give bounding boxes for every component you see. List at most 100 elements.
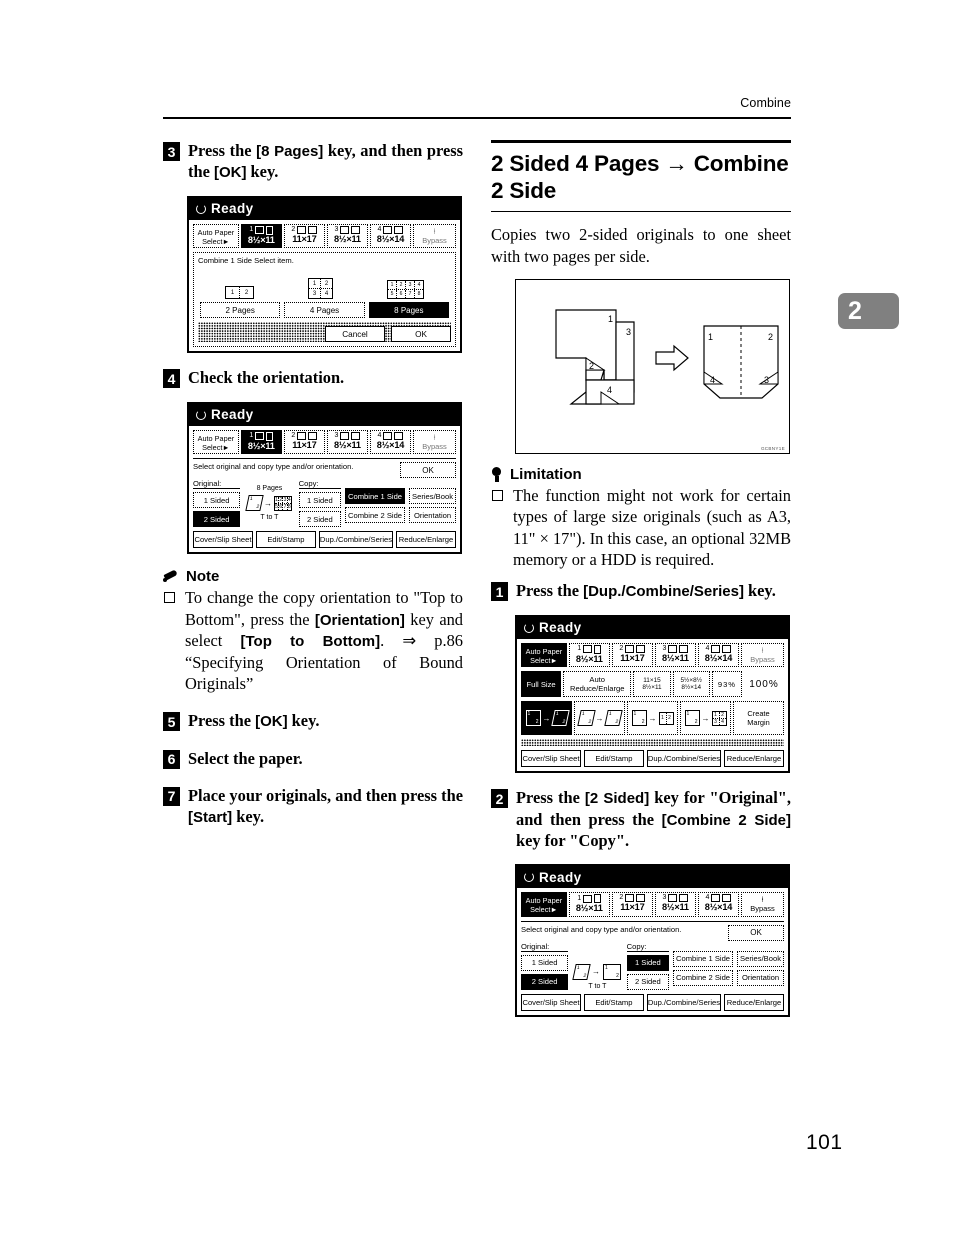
- preset-ratio-2-button[interactable]: 5½×8½ 8½×14: [672, 671, 710, 698]
- tray-button-2[interactable]: 2 11×17: [283, 223, 325, 249]
- function-tabs: Cover/Slip Sheet Edit/Stamp Dup./Combine…: [521, 993, 784, 1011]
- bypass-tray-button[interactable]: ⍿ Bypass: [741, 892, 785, 917]
- combine-1-side-button[interactable]: Combine 1 Side: [345, 488, 406, 505]
- combine-select-panel: Combine 1 Side Select item. 1 2 12 34 12…: [193, 252, 456, 348]
- orient-icon: [679, 644, 689, 653]
- duplex-2to2-button[interactable]: 12 → 12: [574, 701, 625, 736]
- tab-reduce-enlarge[interactable]: Reduce/Enlarge: [396, 531, 456, 549]
- ok-button[interactable]: OK: [728, 924, 784, 941]
- ready-icon: [524, 872, 534, 883]
- series-book-button[interactable]: Series/Book: [737, 950, 784, 967]
- tab-dup-combine-series[interactable]: Dup./Combine/Series: [646, 993, 722, 1011]
- tab-cover-slip-sheet[interactable]: Cover/Slip Sheet: [521, 750, 581, 768]
- auto-paper-select-button[interactable]: Auto Paper Select►: [521, 892, 567, 917]
- orientation-button[interactable]: Orientation: [737, 969, 784, 986]
- step-text: Place your originals, and then press the…: [188, 785, 463, 826]
- tray-button-1[interactable]: 1 8½×11: [240, 429, 282, 455]
- ok-button[interactable]: OK: [391, 326, 451, 343]
- copy-1-sided-button[interactable]: 1 Sided: [298, 492, 341, 509]
- illustration-2sided-4pages: 1 3 2 4 1 2 4 3 GCBNY1E: [515, 279, 790, 455]
- tab-edit-stamp[interactable]: Edit/Stamp: [583, 993, 644, 1011]
- lcd-orientation-2[interactable]: Ready Auto Paper Select► 1 8½×11 2 11×17: [515, 864, 790, 1017]
- running-head: Combine: [740, 96, 791, 110]
- step-text: Select the paper.: [188, 748, 303, 768]
- tray-button-4[interactable]: 4 8½×14: [369, 223, 411, 249]
- auto-paper-select-button[interactable]: Auto Paper Select►: [193, 223, 239, 249]
- original-1-sided-button[interactable]: 1 Sided: [193, 492, 241, 509]
- tab-edit-stamp[interactable]: Edit/Stamp: [583, 750, 644, 768]
- lcd-combine-select[interactable]: Ready Auto Paper Select► 1 8½×11 2 11×17: [187, 195, 462, 354]
- tab-cover-slip-sheet[interactable]: Cover/Slip Sheet: [521, 993, 581, 1011]
- duplex-combine-row: 12 → 12 12 → 12 12 → 12 1 2 → 1 2 3 4 Cr…: [521, 701, 784, 736]
- combine-1-side-button[interactable]: Combine 1 Side: [673, 950, 734, 967]
- tray-button-4[interactable]: 4 8½×14: [697, 892, 739, 917]
- tab-reduce-enlarge[interactable]: Reduce/Enlarge: [724, 750, 784, 768]
- series-book-button[interactable]: Series/Book: [409, 488, 456, 505]
- thumb-2-pages: 1 2: [225, 286, 254, 300]
- full-size-button[interactable]: Full Size: [521, 671, 562, 698]
- ready-icon: [196, 203, 206, 214]
- tray-button-3[interactable]: 3 8½×11: [326, 223, 368, 249]
- lcd-status-text: Ready: [211, 407, 254, 423]
- orient-icon: [636, 644, 646, 653]
- combine-2-originals-button[interactable]: 12 → 12: [627, 701, 678, 736]
- tray-button-1[interactable]: 1 8½×11: [240, 223, 282, 249]
- original-2-sided-button[interactable]: 2 Sided: [521, 973, 569, 990]
- copy-label: Copy:: [626, 942, 669, 952]
- original-1-sided-button[interactable]: 1 Sided: [521, 954, 569, 971]
- tab-edit-stamp[interactable]: Edit/Stamp: [255, 531, 316, 549]
- bypass-tray-button[interactable]: ⍿ Bypass: [413, 429, 457, 455]
- orient-caption: T to T: [588, 982, 607, 990]
- preset-ratio-1-button[interactable]: 11×15 8½×11: [633, 671, 671, 698]
- orientation-button[interactable]: Orientation: [409, 507, 456, 524]
- button-8-pages[interactable]: 8 Pages: [368, 302, 449, 319]
- tab-dup-combine-series[interactable]: Dup./Combine/Series: [318, 531, 394, 549]
- right-column: 2 Sided 4 Pages → Combine 2 Side Copies …: [491, 140, 791, 1031]
- bypass-tray-button[interactable]: ⍿ Bypass: [741, 642, 785, 668]
- tray-button-2[interactable]: 2 11×17: [611, 642, 653, 668]
- copy-2-sided-button[interactable]: 2 Sided: [298, 511, 341, 528]
- create-margin-button[interactable]: Create Margin: [733, 701, 784, 736]
- auto-paper-select-button[interactable]: Auto Paper Select►: [521, 642, 567, 668]
- limitation-heading: Limitation: [491, 466, 791, 483]
- page-count-buttons: 2 Pages 4 Pages 8 Pages: [200, 302, 449, 319]
- orientation-prompt: Select original and copy type and/or ori…: [193, 462, 354, 472]
- tray-button-1[interactable]: 1 8½×11: [568, 892, 610, 917]
- orient-icon: [594, 894, 602, 904]
- step-badge: 6: [163, 749, 180, 769]
- lcd-status-text: Ready: [539, 869, 582, 885]
- tray-button-4[interactable]: 4 8½×14: [697, 642, 739, 668]
- copy-thumb: 12: [602, 963, 621, 980]
- combine-2-side-button[interactable]: Combine 2 Side: [673, 969, 734, 986]
- tab-reduce-enlarge[interactable]: Reduce/Enlarge: [724, 993, 784, 1011]
- tab-cover-slip-sheet[interactable]: Cover/Slip Sheet: [193, 531, 253, 549]
- auto-paper-select-button[interactable]: Auto Paper Select►: [193, 429, 239, 455]
- original-2-sided-button[interactable]: 2 Sided: [193, 511, 241, 528]
- auto-reduce-enlarge-button[interactable]: Auto Reduce/Enlarge: [563, 671, 632, 698]
- button-2-pages[interactable]: 2 Pages: [200, 302, 281, 319]
- tray-button-2[interactable]: 2 11×17: [283, 429, 325, 455]
- lcd-orientation[interactable]: Ready Auto Paper Select► 1 8½×11 2 11×17: [187, 401, 462, 555]
- tray-button-3[interactable]: 3 8½×11: [326, 429, 368, 455]
- tray-button-3[interactable]: 3 8½×11: [654, 642, 696, 668]
- copy-2-sided-button[interactable]: 2 Sided: [626, 973, 669, 990]
- tray-button-3[interactable]: 3 8½×11: [654, 892, 696, 917]
- tab-dup-combine-series[interactable]: Dup./Combine/Series: [646, 750, 722, 768]
- preset-ratio-3-button[interactable]: 93%: [711, 671, 742, 698]
- bypass-tray-button[interactable]: ⍿ Bypass: [413, 223, 457, 249]
- tray-button-4[interactable]: 4 8½×14: [369, 429, 411, 455]
- cancel-button[interactable]: Cancel: [325, 326, 385, 343]
- lcd-body: Auto Paper Select► 1 8½×11 2 11×17 3 8½×…: [517, 888, 788, 1015]
- page-number: 101: [806, 1131, 843, 1154]
- copy-1-sided-button[interactable]: 1 Sided: [626, 954, 669, 971]
- combine-2-side-button[interactable]: Combine 2 Side: [345, 507, 406, 524]
- duplex-1to2-button[interactable]: 12 → 12: [521, 701, 572, 736]
- tray-button-1[interactable]: 1 8½×11: [568, 642, 610, 668]
- tray-button-2[interactable]: 2 11×17: [611, 892, 653, 917]
- lcd-main-copy-screen[interactable]: Ready Auto Paper Select► 1 8½×11 2 11×17: [515, 614, 790, 774]
- zoom-ratio-row: Full Size Auto Reduce/Enlarge 11×15 8½×1…: [521, 671, 784, 698]
- ok-button[interactable]: OK: [400, 462, 456, 479]
- page-icon: 12: [576, 710, 596, 727]
- combine-4-originals-button[interactable]: 12 → 12 34: [680, 701, 731, 736]
- button-4-pages[interactable]: 4 Pages: [284, 302, 365, 319]
